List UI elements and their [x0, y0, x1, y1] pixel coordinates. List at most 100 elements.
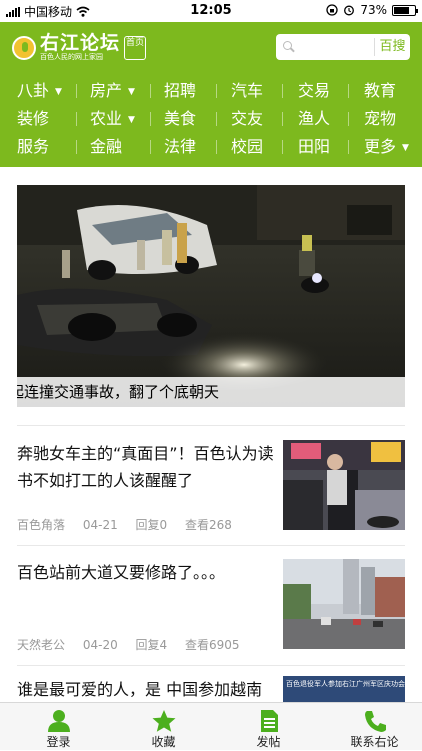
category-label: 房产 — [90, 81, 123, 100]
thumbnail-caption: 百色退役军人参加右江广州军区庆功会 — [286, 680, 405, 688]
category-separator — [150, 112, 151, 126]
category-item[interactable]: 汽车 — [231, 77, 263, 105]
caret-down-icon: ▼ — [128, 114, 135, 125]
category-label: 金融 — [90, 137, 123, 156]
category-item[interactable]: 教育 — [364, 77, 396, 105]
tab-label: 登录 — [46, 735, 71, 749]
category-label: 交友 — [231, 109, 264, 128]
category-label: 交易 — [298, 81, 331, 100]
tab-login[interactable]: 登录 — [6, 703, 111, 751]
caret-down-icon: ▼ — [402, 142, 409, 153]
star-icon — [152, 710, 176, 732]
category-item[interactable]: 渔人 — [298, 105, 330, 133]
category-nav: 八卦 ▼ 房产 ▼ 招聘 汽车 交易 教育装修 农业 ▼ 美食 交友 渔人 宠物服务 金融 法律 校园 田阳 更多 ▼ — [0, 74, 422, 167]
category-item[interactable]: 交友 — [231, 105, 263, 133]
hero-banner[interactable]: 起连撞交通事故，翻了个底朝天 — [17, 185, 405, 407]
logo-mark-icon — [12, 35, 36, 60]
category-separator — [216, 84, 217, 98]
category-item[interactable]: 农业 ▼ — [90, 105, 135, 134]
category-item[interactable]: 八卦 ▼ — [17, 77, 62, 106]
app-header: 右江论坛 百色人民的网上家园 首页 百搜 — [0, 22, 422, 74]
category-item[interactable]: 金融 — [90, 133, 122, 161]
tab-contact[interactable]: 联系右论 — [322, 703, 422, 751]
post-item[interactable]: 谁是最可爱的人，是 中国参加越南 百色退役军人参加右江广州军区庆功会 — [17, 676, 405, 702]
category-separator — [150, 140, 151, 154]
bottom-tab-bar: 登录 收藏 发帖 联系右论 — [0, 702, 422, 750]
post-views: 查看268 — [185, 518, 232, 532]
category-separator — [216, 140, 217, 154]
category-label: 宠物 — [364, 109, 397, 128]
post-title: 谁是最可爱的人，是 中国参加越南 — [17, 680, 263, 699]
category-item[interactable]: 房产 ▼ — [90, 77, 135, 106]
caret-down-icon: ▼ — [128, 86, 135, 97]
tab-post[interactable]: 发帖 — [216, 703, 321, 751]
category-separator — [348, 140, 349, 154]
user-icon — [48, 710, 70, 732]
category-separator — [76, 112, 77, 126]
post-replies: 回复4 — [135, 638, 168, 652]
category-separator — [348, 112, 349, 126]
tab-label: 发帖 — [256, 735, 281, 749]
category-label: 更多 — [364, 137, 397, 156]
category-label: 校园 — [231, 137, 264, 156]
divider — [17, 425, 405, 426]
category-item[interactable]: 服务 — [17, 133, 49, 161]
category-separator — [76, 84, 77, 98]
category-label: 渔人 — [298, 109, 331, 128]
tab-label: 收藏 — [151, 735, 176, 749]
search-box[interactable]: 百搜 — [276, 34, 410, 60]
post-title: 百色站前大道又要修路了。。。 — [17, 563, 226, 582]
category-label: 汽车 — [231, 81, 264, 100]
post-author: 天然老公 — [17, 638, 66, 652]
logo-title: 右江论坛 — [40, 32, 121, 54]
hero-image — [17, 185, 405, 407]
logo-subtitle: 百色人民的网上家园 — [40, 53, 103, 61]
category-item[interactable]: 校园 — [231, 133, 263, 161]
post-meta: 天然老公 04-20 回复4 查看6905 — [17, 636, 254, 653]
post-views: 查看6905 — [185, 638, 240, 652]
post-item[interactable]: 奔驰女车主的“真面目”！百色认为读书不如打工的人该醒醒了 百色角落 04-21 … — [17, 440, 405, 532]
post-thumbnail — [283, 440, 405, 530]
category-separator — [216, 112, 217, 126]
post-thumbnail — [283, 559, 405, 649]
rotation-lock-icon — [326, 4, 338, 16]
category-label: 法律 — [164, 137, 197, 156]
category-item[interactable]: 美食 — [164, 105, 196, 133]
category-item[interactable]: 招聘 — [164, 77, 196, 105]
alarm-icon — [344, 5, 355, 16]
status-right: 73% — [326, 3, 418, 17]
category-label: 田阳 — [298, 137, 331, 156]
category-item[interactable]: 宠物 — [364, 105, 396, 133]
caret-down-icon: ▼ — [55, 86, 62, 97]
search-input[interactable] — [298, 37, 374, 57]
tab-label: 联系右论 — [350, 735, 399, 749]
category-item[interactable]: 装修 — [17, 105, 49, 133]
category-label: 美食 — [164, 109, 197, 128]
search-button[interactable]: 百搜 — [374, 38, 410, 56]
category-item[interactable]: 法律 — [164, 133, 196, 161]
status-bar: 中国移动 12:05 73% — [0, 0, 422, 22]
category-label: 服务 — [17, 137, 50, 156]
divider — [17, 665, 405, 666]
divider — [17, 545, 405, 546]
post-date: 04-20 — [82, 638, 118, 652]
hero-caption: 起连撞交通事故，翻了个底朝天 — [17, 377, 405, 407]
category-separator — [150, 84, 151, 98]
tab-favorites[interactable]: 收藏 — [111, 703, 216, 751]
post-date: 04-21 — [82, 518, 118, 532]
document-icon — [261, 710, 278, 732]
home-tag: 首页 — [124, 35, 147, 60]
category-separator — [348, 84, 349, 98]
post-replies: 回复0 — [135, 518, 168, 532]
post-item[interactable]: 百色站前大道又要修路了。。。 天然老公 04-20 回复4 查看6905 — [17, 559, 405, 653]
battery-percent: 73% — [360, 3, 387, 17]
site-logo[interactable]: 右江论坛 百色人民的网上家园 首页 — [12, 32, 147, 62]
category-item[interactable]: 更多 ▼ — [364, 133, 409, 162]
category-label: 装修 — [17, 109, 50, 128]
category-item[interactable]: 田阳 — [298, 133, 330, 161]
post-meta: 百色角落 04-21 回复0 查看268 — [17, 516, 246, 533]
category-separator — [76, 140, 77, 154]
category-item[interactable]: 交易 — [298, 77, 330, 105]
post-author: 百色角落 — [17, 518, 66, 532]
category-separator — [282, 140, 283, 154]
